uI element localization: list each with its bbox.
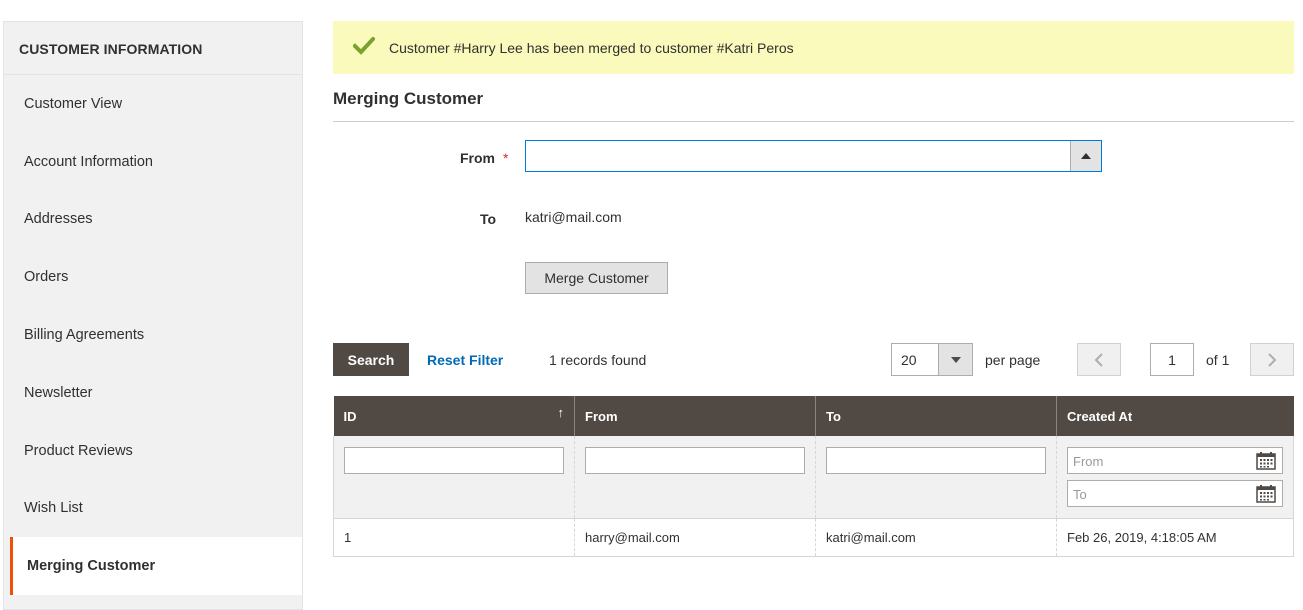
per-page-select[interactable]: 20 — [891, 343, 973, 376]
column-header-to[interactable]: To — [815, 396, 1057, 436]
merged-customers-grid: ID ↑ From To Created At From To 1 harry@… — [333, 396, 1294, 557]
merge-customer-button[interactable]: Merge Customer — [525, 262, 668, 294]
sidebar-item-label: Orders — [24, 269, 69, 286]
chevron-right-icon — [1268, 352, 1277, 367]
to-label: To — [480, 211, 497, 227]
previous-page-button[interactable] — [1077, 343, 1121, 376]
current-page-input[interactable]: 1 — [1150, 343, 1194, 376]
sidebar-item-label: Billing Agreements — [24, 327, 145, 344]
column-header-label: Created At — [1067, 408, 1133, 424]
checkmark-icon — [353, 36, 375, 55]
table-row[interactable]: 1 harry@mail.com katri@mail.com Feb 26, … — [333, 518, 1294, 557]
sidebar-item-label: Merging Customer — [27, 558, 156, 575]
sidebar-item-label: Addresses — [24, 211, 93, 228]
select-toggle-button[interactable] — [1070, 141, 1101, 171]
cell-to: katri@mail.com — [815, 518, 1057, 557]
created-at-to-input[interactable]: To — [1067, 480, 1283, 507]
page-section-title: Merging Customer — [333, 89, 484, 108]
sidebar-item-addresses[interactable]: Addresses — [4, 191, 302, 249]
filter-cell-created-at: From To — [1056, 436, 1294, 519]
success-message: Customer #Harry Lee has been merged to c… — [333, 21, 1294, 74]
to-filter-input[interactable] — [826, 447, 1046, 474]
created-at-from-input[interactable]: From — [1067, 447, 1283, 474]
sidebar-item-label: Customer View — [24, 95, 123, 112]
filter-cell-to — [815, 436, 1057, 519]
total-pages-label: of 1 — [1206, 352, 1230, 368]
column-header-from[interactable]: From — [574, 396, 816, 436]
sidebar-item-product-reviews[interactable]: Product Reviews — [4, 422, 302, 480]
per-page-toggle-button[interactable] — [938, 344, 972, 375]
next-page-button[interactable] — [1250, 343, 1294, 376]
to-customer-value: katri@mail.com — [525, 209, 622, 225]
sidebar-item-newsletter[interactable]: Newsletter — [4, 364, 302, 422]
cell-id: 1 — [333, 518, 575, 557]
records-found-count: 1 records found — [549, 352, 647, 368]
sidebar-title: CUSTOMER INFORMATION — [4, 22, 302, 75]
success-message-text: Customer #Harry Lee has been merged to c… — [389, 39, 794, 56]
id-filter-input[interactable] — [344, 447, 564, 474]
sidebar-item-billing-agreements[interactable]: Billing Agreements — [4, 306, 302, 364]
calendar-icon[interactable] — [1256, 484, 1276, 503]
sidebar-item-orders[interactable]: Orders — [4, 248, 302, 306]
sort-ascending-icon: ↑ — [557, 405, 565, 420]
cell-from: harry@mail.com — [574, 518, 816, 557]
from-label-text: From — [460, 150, 495, 166]
search-button[interactable]: Search — [333, 343, 409, 376]
sidebar-item-customer-view[interactable]: Customer View — [4, 75, 302, 133]
section-divider — [333, 121, 1294, 122]
calendar-icon[interactable] — [1256, 451, 1276, 470]
column-header-label: To — [826, 408, 841, 424]
reset-filter-link[interactable]: Reset Filter — [427, 352, 503, 368]
date-from-placeholder: From — [1073, 454, 1104, 469]
from-filter-input[interactable] — [585, 447, 805, 474]
sidebar-item-label: Account Information — [24, 153, 153, 170]
filter-cell-from — [574, 436, 816, 519]
sidebar-item-label: Newsletter — [24, 384, 93, 401]
cell-created-at: Feb 26, 2019, 4:18:05 AM — [1056, 518, 1294, 557]
sidebar-item-wish-list[interactable]: Wish List — [4, 480, 302, 538]
from-customer-select[interactable] — [525, 140, 1102, 172]
per-page-value: 20 — [901, 352, 917, 368]
date-to-placeholder: To — [1073, 487, 1087, 502]
customer-info-sidebar: CUSTOMER INFORMATION Customer View Accou… — [3, 21, 303, 610]
filter-cell-id — [333, 436, 575, 519]
column-header-label: ID — [343, 408, 357, 424]
from-label: From * — [460, 150, 508, 166]
column-header-created-at[interactable]: Created At — [1056, 396, 1294, 436]
sidebar-item-account-information[interactable]: Account Information — [4, 133, 302, 191]
sidebar-item-label: Product Reviews — [24, 442, 133, 459]
column-header-label: From — [585, 408, 618, 424]
chevron-down-icon — [950, 356, 961, 363]
per-page-label: per page — [985, 352, 1041, 368]
sidebar-item-merging-customer[interactable]: Merging Customer — [10, 537, 302, 596]
column-header-id[interactable]: ID ↑ — [333, 396, 575, 436]
sidebar-item-label: Wish List — [24, 500, 83, 517]
chevron-left-icon — [1094, 352, 1103, 367]
chevron-up-icon — [1081, 153, 1091, 159]
filter-row: From To — [333, 436, 1294, 519]
required-marker: * — [503, 150, 509, 166]
